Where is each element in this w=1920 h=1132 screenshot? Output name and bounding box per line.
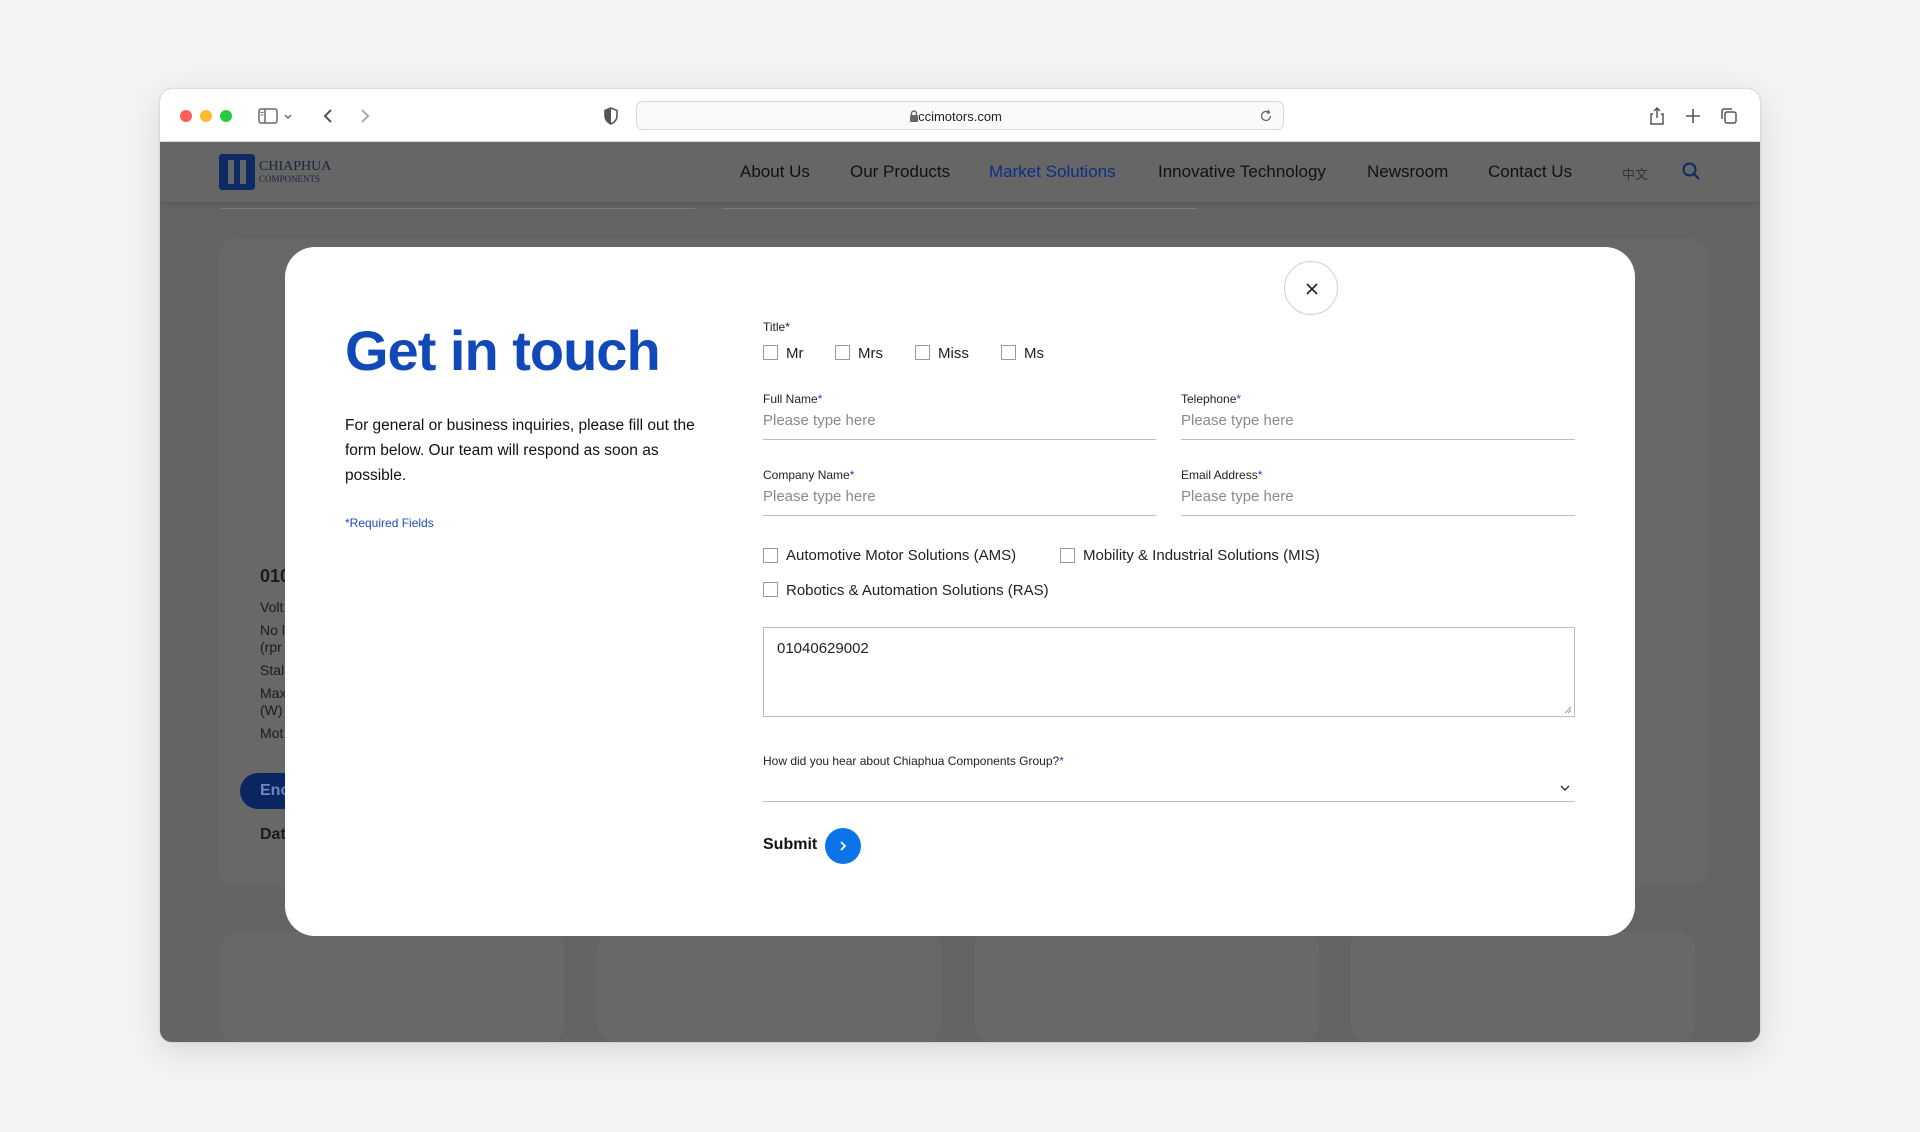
title-mrs-label[interactable]: Mrs [858,345,883,362]
new-tab-icon[interactable] [1682,105,1704,127]
title-miss-label[interactable]: Miss [938,345,969,362]
title-mrs-checkbox[interactable] [835,345,850,360]
background-text: Stal [260,662,285,678]
chevron-down-icon[interactable] [282,105,294,127]
logo-subtext: COMPONENTS [259,174,321,184]
background-text: Dat [260,826,286,843]
logo-text: CHIAPHUA [259,159,332,174]
minimize-window-button[interactable] [200,110,212,122]
submit-button[interactable] [825,828,861,864]
address-bar[interactable]: ccimotors.com [636,101,1284,130]
background-text: (rpr [260,639,282,655]
submit-label[interactable]: Submit [763,836,817,854]
title-label: Title* [763,320,790,334]
title-mr-checkbox[interactable] [763,345,778,360]
background-card [597,932,942,1042]
full-name-label: Full Name* [763,392,823,406]
ams-label[interactable]: Automotive Motor Solutions (AMS) [786,547,1016,564]
modal-title: Get in touch [345,319,661,382]
company-name-placeholder: Please type here [763,488,876,505]
close-modal-button[interactable] [1284,261,1338,315]
nav-newsroom[interactable]: Newsroom [1367,162,1448,182]
required-fields-note: *Required Fields [345,516,434,530]
browser-toolbar: ccimotors.com [160,89,1760,142]
resize-grip-icon[interactable] [1564,706,1572,714]
sidebar-icon[interactable] [257,105,279,127]
source-select[interactable] [763,770,1575,802]
ras-label[interactable]: Robotics & Automation Solutions (RAS) [786,582,1049,599]
modal-intro-text: For general or business inquiries, pleas… [345,417,695,484]
background-text: Volt [260,599,284,615]
background-card [1350,932,1695,1042]
email-placeholder: Please type here [1181,488,1294,505]
search-icon[interactable] [1681,161,1701,181]
title-ms-checkbox[interactable] [1001,345,1016,360]
nav-our-products[interactable]: Our Products [850,162,950,182]
title-ms-label[interactable]: Ms [1024,345,1044,362]
title-mr-label[interactable]: Mr [786,345,804,362]
site-logo[interactable]: CHIAPHUA COMPONENTS [219,154,339,190]
chevron-down-icon [1560,785,1570,791]
nav-market-solutions[interactable]: Market Solutions [989,162,1116,182]
language-switch[interactable]: 中文 [1622,164,1648,183]
logo-mark-icon [219,154,255,190]
telephone-label: Telephone* [1181,392,1242,406]
nav-about-us[interactable]: About Us [740,162,810,182]
mis-checkbox[interactable] [1060,548,1075,563]
source-label: How did you hear about Chiaphua Componen… [763,754,1064,768]
company-name-label: Company Name* [763,468,855,482]
nav-contact-us[interactable]: Contact Us [1488,162,1572,182]
chevron-right-icon [840,841,847,851]
tab-overview-icon[interactable] [1718,105,1740,127]
background-divider [722,208,1197,209]
share-icon[interactable] [1646,105,1668,127]
close-icon [1306,283,1318,295]
back-icon[interactable] [318,105,340,127]
full-name-input[interactable]: Please type here [763,410,1156,440]
background-text: Mot [260,725,284,741]
background-text: Max [260,685,287,701]
ras-checkbox[interactable] [763,582,778,597]
background-text: No l [260,622,285,638]
privacy-shield-icon[interactable] [600,105,622,127]
title-miss-checkbox[interactable] [915,345,930,360]
background-text: (W) [260,702,283,718]
telephone-placeholder: Please type here [1181,412,1294,429]
url-text: ccimotors.com [918,109,1002,124]
message-textarea[interactable]: 01040629002 [763,627,1575,717]
background-card [220,932,565,1042]
reload-icon[interactable] [1259,109,1273,123]
forward-icon[interactable] [353,105,375,127]
background-card [974,932,1319,1042]
telephone-input[interactable]: Please type here [1181,410,1575,440]
site-navbar: CHIAPHUA COMPONENTS About Us Our Product… [160,142,1760,202]
company-name-input[interactable]: Please type here [763,486,1156,516]
nav-innovative-technology[interactable]: Innovative Technology [1158,162,1326,182]
background-divider [220,208,695,209]
email-label: Email Address* [1181,468,1263,482]
zoom-window-button[interactable] [220,110,232,122]
mis-label[interactable]: Mobility & Industrial Solutions (MIS) [1083,547,1320,564]
close-window-button[interactable] [180,110,192,122]
ams-checkbox[interactable] [763,548,778,563]
full-name-placeholder: Please type here [763,412,876,429]
email-input[interactable]: Please type here [1181,486,1575,516]
message-value: 01040629002 [777,640,869,657]
